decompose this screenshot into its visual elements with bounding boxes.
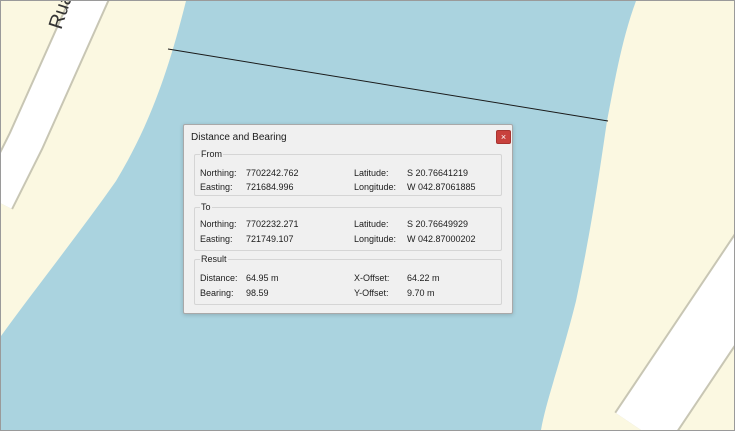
x-offset-label: X-Offset: (354, 273, 390, 283)
to-group-title: To (200, 202, 212, 212)
distance-label: Distance: (200, 273, 238, 283)
from-group-title: From (200, 149, 223, 159)
y-offset-label: Y-Offset: (354, 288, 389, 298)
to-easting-value: 721749.107 (246, 234, 294, 244)
right-road (614, 233, 734, 430)
to-northing-value: 7702232.271 (246, 219, 299, 229)
result-group-title: Result (200, 254, 228, 264)
distance-value: 64.95 m (246, 273, 279, 283)
left-road (1, 1, 110, 210)
result-group: Result Distance: 64.95 m X-Offset: 64.22… (194, 254, 502, 305)
bearing-label: Bearing: (200, 288, 234, 298)
from-easting-label: Easting: (200, 182, 233, 192)
to-latitude-label: Latitude: (354, 219, 389, 229)
to-longitude-label: Longitude: (354, 234, 397, 244)
close-button[interactable]: × (496, 130, 511, 144)
from-longitude-value: W 042.87061885 (407, 182, 476, 192)
from-longitude-label: Longitude: (354, 182, 397, 192)
y-offset-value: 9.70 m (407, 288, 435, 298)
distance-bearing-dialog: Distance and Bearing × From Northing: 77… (183, 124, 513, 314)
from-easting-value: 721684.996 (246, 182, 294, 192)
x-offset-value: 64.22 m (407, 273, 440, 283)
from-group: From Northing: 7702242.762 Latitude: S 2… (194, 149, 502, 196)
from-latitude-label: Latitude: (354, 168, 389, 178)
dialog-title: Distance and Bearing (191, 132, 287, 143)
to-easting-label: Easting: (200, 234, 233, 244)
from-latitude-value: S 20.76641219 (407, 168, 469, 178)
to-northing-label: Northing: (200, 219, 237, 229)
to-group: To Northing: 7702232.271 Latitude: S 20.… (194, 202, 502, 251)
to-longitude-value: W 042.87000202 (407, 234, 476, 244)
close-icon: × (500, 132, 507, 142)
to-latitude-value: S 20.76649929 (407, 219, 469, 229)
from-northing-value: 7702242.762 (246, 168, 299, 178)
bearing-value: 98.59 (246, 288, 269, 298)
from-northing-label: Northing: (200, 168, 237, 178)
